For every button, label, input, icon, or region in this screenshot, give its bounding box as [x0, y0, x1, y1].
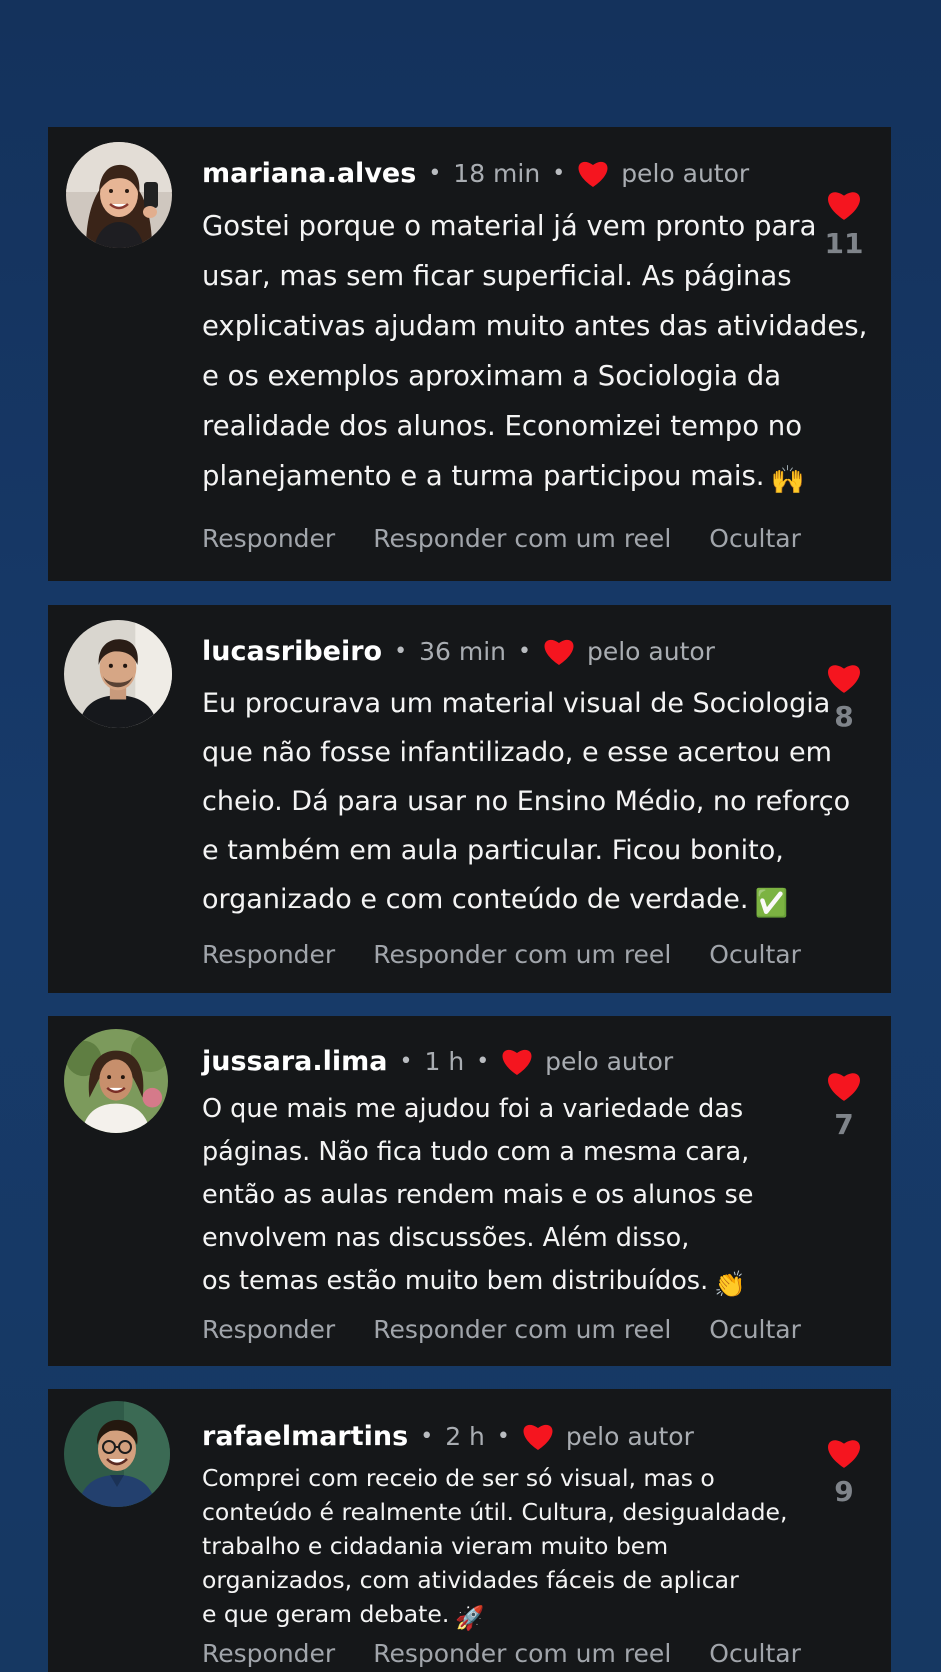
check-mark-emoji: ✅	[754, 888, 789, 919]
reply-button[interactable]: Responder	[202, 524, 335, 553]
hide-button[interactable]: Ocultar	[709, 1639, 801, 1668]
author-liked-heart-icon	[578, 161, 608, 187]
separator-dot: •	[476, 1048, 490, 1074]
avatar[interactable]	[64, 620, 172, 728]
timestamp: 36 min	[419, 636, 506, 666]
comment-actions: Responder Responder com um reel Ocultar	[202, 1315, 839, 1344]
comment-line: explicativas ajudam muito antes das ativ…	[202, 310, 868, 342]
like-control: 9	[824, 1437, 864, 1508]
like-control: 8	[824, 662, 864, 733]
like-count: 11	[824, 227, 864, 260]
separator-dot: •	[552, 160, 566, 186]
timestamp: 2 h	[445, 1421, 485, 1451]
separator-dot: •	[420, 1423, 434, 1449]
comment-text: Gostei porque o material já vem pronto p…	[202, 201, 868, 505]
separator-dot: •	[518, 638, 531, 664]
comment-line: os temas estão muito bem distribuídos.	[202, 1266, 709, 1296]
comment-line: Gostei porque o material já vem pronto p…	[202, 210, 817, 242]
like-heart-icon[interactable]	[826, 189, 862, 221]
timestamp: 1 h	[424, 1046, 465, 1076]
username[interactable]: rafaelmartins	[202, 1421, 408, 1452]
comment-card: lucasribeiro • 36 min • pelo autor Eu pr…	[48, 605, 891, 993]
like-control: 11	[824, 189, 864, 260]
avatar[interactable]	[64, 1401, 170, 1507]
reply-button[interactable]: Responder	[202, 1639, 335, 1668]
liked-by-author-label: pelo autor	[565, 1421, 694, 1451]
comment-card: jussara.lima • 1 h • pelo autor O que ma…	[48, 1016, 891, 1366]
comment-header: rafaelmartins • 2 h • pelo autor	[202, 1415, 694, 1457]
comment-line: organizado e com conteúdo de verdade.	[202, 884, 749, 915]
comment-line: trabalho e cidadania vieram muito bem	[202, 1532, 669, 1560]
avatar[interactable]	[66, 142, 172, 248]
comment-card: mariana.alves • 18 min • pelo autor Gost…	[48, 127, 891, 581]
author-liked-heart-icon	[523, 1424, 553, 1450]
comment-line: que não fosse infantilizado, e esse acer…	[202, 737, 832, 768]
comment-line: realidade dos alunos. Economizei tempo n…	[202, 410, 803, 442]
comment-line: planejamento e a turma participou mais.	[202, 460, 765, 492]
comment-line: cheio. Dá para usar no Ensino Médio, no …	[202, 786, 851, 817]
reply-with-reel-button[interactable]: Responder com um reel	[373, 940, 671, 969]
comment-card: rafaelmartins • 2 h • pelo autor Comprei…	[48, 1389, 891, 1672]
reply-with-reel-button[interactable]: Responder com um reel	[373, 1639, 671, 1668]
comment-line: e os exemplos aproximam a Sociologia da	[202, 360, 782, 392]
username[interactable]: jussara.lima	[202, 1046, 388, 1077]
separator-dot: •	[399, 1048, 413, 1074]
comment-line: Eu procurava um material visual de Socio…	[202, 688, 831, 719]
like-count: 9	[834, 1475, 854, 1508]
username[interactable]: lucasribeiro	[202, 636, 382, 667]
comment-header: lucasribeiro • 36 min • pelo autor	[202, 630, 715, 672]
reply-button[interactable]: Responder	[202, 1315, 335, 1344]
liked-by-author-label: pelo autor	[586, 636, 715, 666]
hide-button[interactable]: Ocultar	[709, 1315, 801, 1344]
clapping-hands-emoji: 👏	[714, 1270, 746, 1300]
timestamp: 18 min	[453, 158, 541, 188]
raising-hands-emoji: 🙌	[770, 464, 805, 496]
like-count: 7	[834, 1108, 854, 1141]
rocket-emoji: 🚀	[455, 1604, 485, 1632]
comment-actions: Responder Responder com um reel Ocultar	[202, 940, 839, 969]
reply-with-reel-button[interactable]: Responder com um reel	[373, 524, 671, 553]
separator-dot: •	[496, 1423, 510, 1449]
reply-with-reel-button[interactable]: Responder com um reel	[373, 1315, 671, 1344]
comment-text: Eu procurava um material visual de Socio…	[202, 679, 851, 928]
comment-actions: Responder Responder com um reel Ocultar	[202, 524, 839, 553]
comment-line: então as aulas rendem mais e os alunos s…	[202, 1180, 754, 1210]
comment-text: O que mais me ajudou foi a variedade das…	[202, 1088, 792, 1307]
comment-line: conteúdo é realmente útil. Cultura, desi…	[202, 1498, 788, 1526]
avatar[interactable]	[64, 1029, 168, 1133]
comment-line: O que mais me ajudou foi a variedade das	[202, 1094, 744, 1124]
comment-line: e também em aula particular. Ficou bonit…	[202, 835, 784, 866]
comment-line: Comprei com receio de ser só visual, mas…	[202, 1464, 715, 1492]
liked-by-author-label: pelo autor	[545, 1046, 674, 1076]
separator-dot: •	[428, 160, 442, 186]
separator-dot: •	[394, 638, 408, 664]
author-liked-heart-icon	[502, 1049, 532, 1075]
reply-button[interactable]: Responder	[202, 940, 335, 969]
like-heart-icon[interactable]	[826, 1437, 862, 1469]
author-liked-heart-icon	[544, 639, 574, 665]
comment-line: páginas. Não fica tudo com a mesma cara,	[202, 1137, 750, 1167]
comment-header: jussara.lima • 1 h • pelo autor	[202, 1040, 673, 1082]
like-heart-icon[interactable]	[826, 1070, 862, 1102]
comment-actions: Responder Responder com um reel Ocultar	[202, 1639, 839, 1668]
hide-button[interactable]: Ocultar	[709, 940, 801, 969]
hide-button[interactable]: Ocultar	[709, 524, 801, 553]
comment-line: e que geram debate.	[202, 1600, 450, 1628]
comment-line: usar, mas sem ficar superficial. As pági…	[202, 260, 792, 292]
comment-line: organizados, com atividades fáceis de ap…	[202, 1566, 739, 1594]
username[interactable]: mariana.alves	[202, 158, 416, 189]
comment-text: Comprei com receio de ser só visual, mas…	[202, 1461, 792, 1635]
liked-by-author-label: pelo autor	[621, 158, 750, 188]
like-count: 8	[834, 700, 854, 733]
like-heart-icon[interactable]	[826, 662, 862, 694]
comment-line: envolvem nas discussões. Além disso,	[202, 1223, 690, 1253]
like-control: 7	[824, 1070, 864, 1141]
comment-header: mariana.alves • 18 min • pelo autor	[202, 152, 749, 194]
